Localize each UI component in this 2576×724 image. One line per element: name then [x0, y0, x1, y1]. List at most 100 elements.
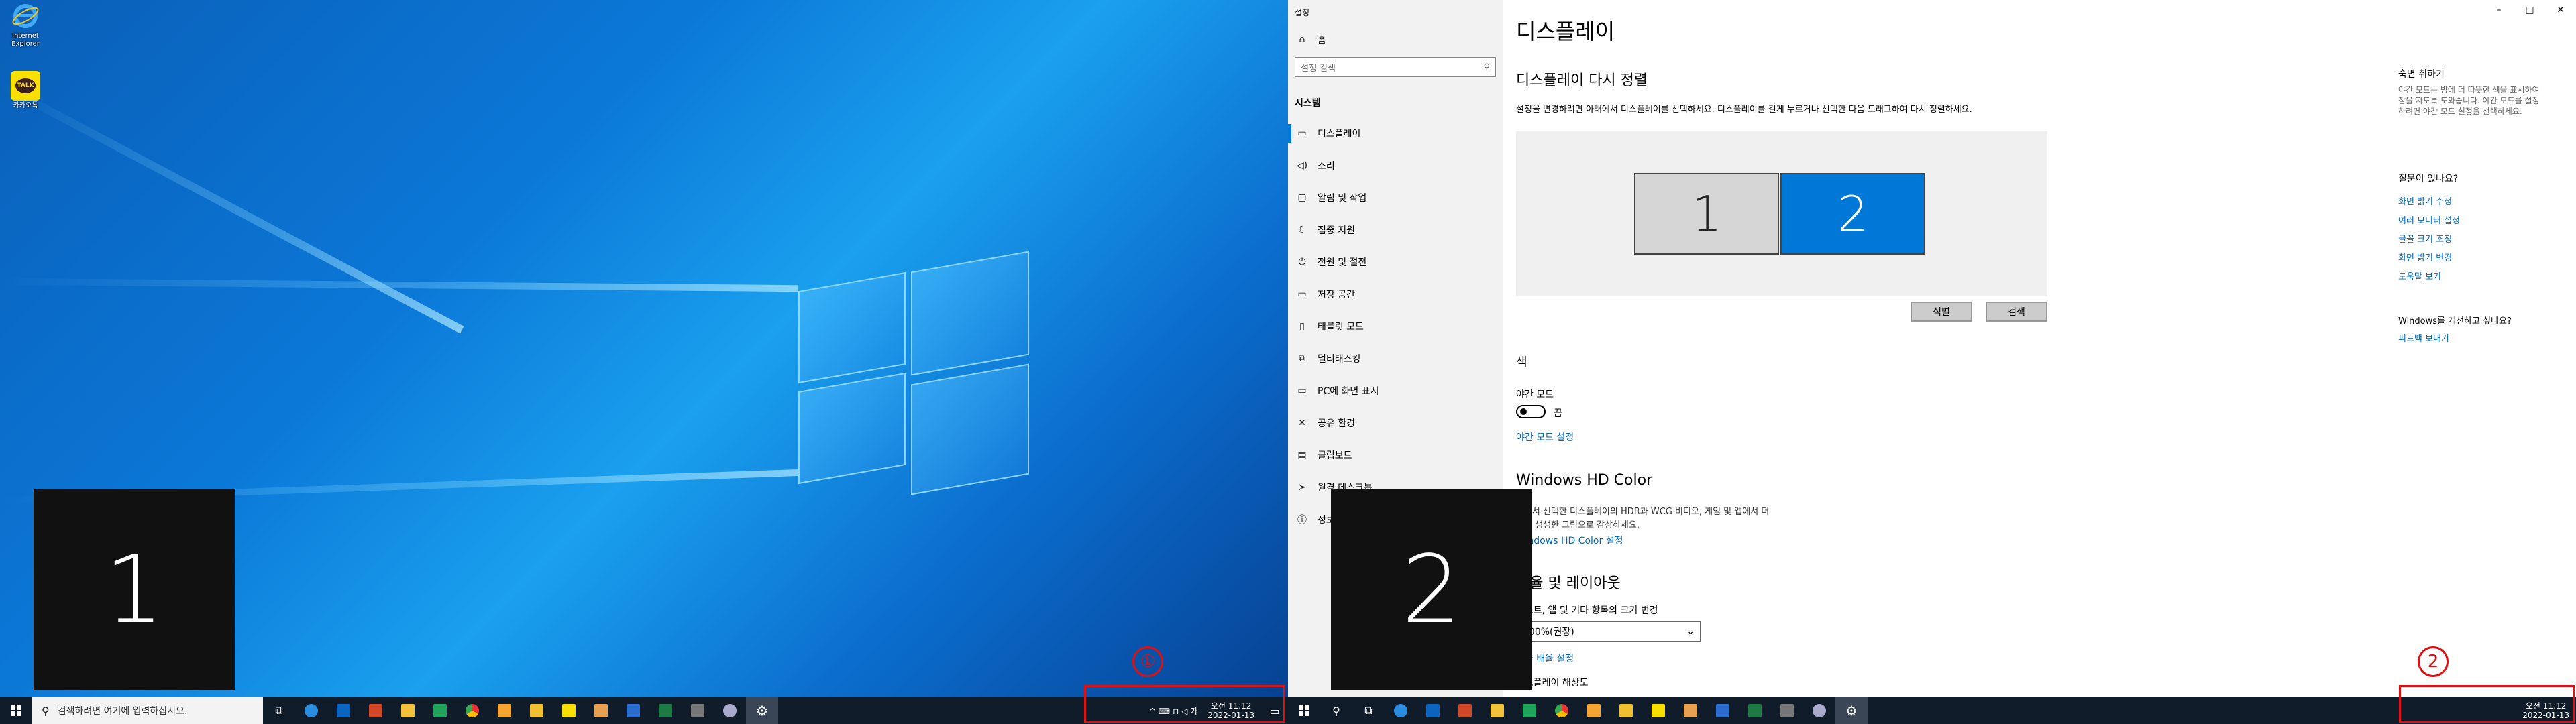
taskbar-app-k[interactable]	[424, 697, 456, 724]
taskbar-app-store[interactable]	[488, 697, 521, 724]
taskbar-app-outlook[interactable]	[1417, 697, 1449, 724]
taskbar-app-chrome[interactable]	[1546, 697, 1578, 724]
desktop-icon-kakaotalk[interactable]: TALK 카카오톡	[7, 71, 44, 110]
night-light-toggle[interactable]	[1516, 405, 1546, 418]
taskbar-app-k[interactable]	[1513, 697, 1546, 724]
search-button[interactable]: ⚲	[1320, 697, 1352, 724]
calculator-icon	[691, 704, 704, 717]
taskbar-app-edge[interactable]	[295, 697, 327, 724]
powerpoint-icon	[369, 704, 382, 717]
taskbar-app-outlook[interactable]	[327, 697, 360, 724]
powerpoint-icon	[1458, 704, 1472, 717]
display-arrangement-canvas[interactable]: 1 2	[1516, 131, 2047, 296]
folder-icon	[401, 704, 415, 717]
sidebar-item-shared-experiences[interactable]: ✕ 공유 환경	[1288, 407, 1503, 439]
scale-dropdown[interactable]: 100%(권장) ⌄	[1516, 621, 1701, 642]
task-view-icon: ⧉	[1364, 704, 1373, 717]
desktop-icon-label: 카카오톡	[13, 102, 38, 109]
clipboard-icon: ▤	[1297, 450, 1307, 461]
taskbar-app-edge[interactable]	[1385, 697, 1417, 724]
help-link-brightness[interactable]: 화면 밝기 수정	[2398, 194, 2452, 207]
taskbar-app-word[interactable]	[1707, 697, 1739, 724]
taskbar-app-chrome[interactable]	[456, 697, 488, 724]
task-view-button[interactable]: ⧉	[1352, 697, 1385, 724]
taskbar-app-photos[interactable]	[1674, 697, 1707, 724]
feedback-link[interactable]: 피드백 보내기	[2398, 331, 2449, 344]
detect-button[interactable]: 검색	[1986, 302, 2047, 322]
identify-button[interactable]: 식별	[1911, 302, 1972, 322]
taskbar-search-placeholder: 검색하려면 여기에 입력하십시오.	[57, 706, 188, 717]
sidebar-item-tablet[interactable]: ▯ 태블릿 모드	[1288, 310, 1503, 343]
k-app-icon	[433, 704, 447, 717]
help-link-font-size[interactable]: 글꼴 크기 조정	[2398, 232, 2452, 245]
taskbar-app-powerpoint[interactable]	[1449, 697, 1481, 724]
page-title: 디스플레이	[1516, 19, 1615, 44]
taskbar-app-network[interactable]	[1803, 697, 1835, 724]
taskbar-app-settings[interactable]: ⚙	[746, 697, 778, 724]
taskbar-app-file-explorer[interactable]	[392, 697, 424, 724]
taskbar-app-mail[interactable]	[521, 697, 553, 724]
sidebar-item-label: 소리	[1318, 161, 1335, 172]
photos-icon	[594, 704, 608, 717]
display-tile-1[interactable]: 1	[1634, 173, 1779, 255]
chevron-down-icon: ⌄	[1686, 626, 1695, 637]
display-tile-2[interactable]: 2	[1780, 173, 1925, 255]
sidebar-item-label: 클립보드	[1318, 450, 1352, 461]
start-button[interactable]	[1288, 697, 1320, 724]
help-link-change-brightness[interactable]: 화면 밝기 변경	[2398, 251, 2452, 263]
outlook-icon	[1426, 704, 1440, 717]
sidebar-item-monitor[interactable]: ▭ 디스플레이	[1288, 117, 1503, 149]
sidebar-item-label: 알림 및 작업	[1318, 193, 1367, 204]
settings-search-input[interactable]: 설정 검색 ⚲	[1295, 57, 1496, 77]
taskbar-app-excel[interactable]	[1739, 697, 1771, 724]
sidebar-item-speaker[interactable]: ◁) 소리	[1288, 149, 1503, 182]
settings-window-title: 설정	[1295, 8, 1310, 17]
store-icon	[1587, 704, 1601, 717]
speaker-icon: ◁)	[1296, 160, 1308, 171]
taskbar-app-kakaotalk[interactable]	[1642, 697, 1674, 724]
help-link-get-help[interactable]: 도움말 보기	[2398, 269, 2441, 282]
taskbar-search-box[interactable]: ⚲ 검색하려면 여기에 입력하십시오.	[32, 697, 263, 724]
taskbar-app-word[interactable]	[617, 697, 649, 724]
annotation-highlight-box-1	[1084, 685, 1285, 723]
kakaotalk-icon	[1652, 704, 1665, 717]
project-icon: ▭	[1297, 385, 1307, 396]
desktop-icon-internet-explorer[interactable]: Internet Explorer	[7, 1, 44, 48]
sidebar-item-notification[interactable]: ▢ 알림 및 작업	[1288, 182, 1503, 214]
sidebar-item-multitasking[interactable]: ⧉ 멀티태스킹	[1288, 343, 1503, 375]
taskbar-app-calculator[interactable]	[1771, 697, 1803, 724]
sidebar-item-project[interactable]: ▭ PC에 화면 표시	[1288, 375, 1503, 407]
k-app-icon	[1523, 704, 1536, 717]
taskbar-app-kakaotalk[interactable]	[553, 697, 585, 724]
taskbar-app-network[interactable]	[714, 697, 746, 724]
taskbar-app-calculator[interactable]	[682, 697, 714, 724]
outlook-icon	[337, 704, 350, 717]
sidebar-item-label: 태블릿 모드	[1318, 322, 1364, 333]
sidebar-item-storage[interactable]: ▭ 저장 공간	[1288, 278, 1503, 310]
taskbar-app-photos[interactable]	[585, 697, 617, 724]
night-light-label: 야간 모드	[1516, 389, 1554, 400]
annotation-circle-1: ①	[1132, 646, 1163, 677]
help-link-multiple-monitors[interactable]: 여러 모니터 설정	[2398, 213, 2460, 226]
chrome-icon	[466, 704, 479, 717]
taskbar-app-powerpoint[interactable]	[360, 697, 392, 724]
task-view-icon: ⧉	[275, 704, 283, 717]
search-icon: ⚲	[1483, 62, 1490, 72]
kakaotalk-icon: TALK	[11, 71, 40, 101]
sidebar-item-focus-assist[interactable]: ☾ 집중 지원	[1288, 214, 1503, 246]
sidebar-item-clipboard[interactable]: ▤ 클립보드	[1288, 439, 1503, 471]
taskbar-app-excel[interactable]	[649, 697, 682, 724]
settings-home-link[interactable]: ⌂ 홈	[1288, 25, 1503, 54]
sidebar-item-power[interactable]: ⏻ 전원 및 절전	[1288, 246, 1503, 278]
start-button[interactable]	[0, 697, 32, 724]
hd-color-description-line2: 하고 생생한 그림으로 감상하세요.	[1516, 520, 1640, 530]
mail-icon	[1619, 704, 1633, 717]
taskbar-app-mail[interactable]	[1610, 697, 1642, 724]
taskbar-app-file-explorer[interactable]	[1481, 697, 1513, 724]
taskbar-app-settings[interactable]: ⚙	[1835, 697, 1868, 724]
home-icon: ⌂	[1299, 34, 1305, 45]
taskbar-app-store[interactable]	[1578, 697, 1610, 724]
windows-start-icon	[1299, 705, 1309, 716]
night-light-settings-link[interactable]: 야간 모드 설정	[1516, 430, 1574, 444]
task-view-button[interactable]: ⧉	[263, 697, 295, 724]
